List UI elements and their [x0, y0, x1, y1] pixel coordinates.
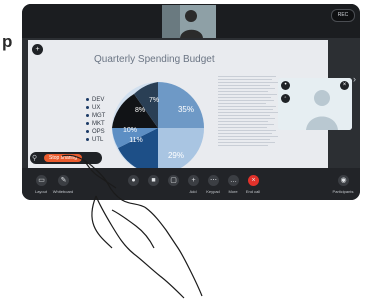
- tapping-hand-illustration: [61, 154, 203, 299]
- page: p REC ‹ › + Quarterly Spending Budget DE…: [0, 0, 372, 299]
